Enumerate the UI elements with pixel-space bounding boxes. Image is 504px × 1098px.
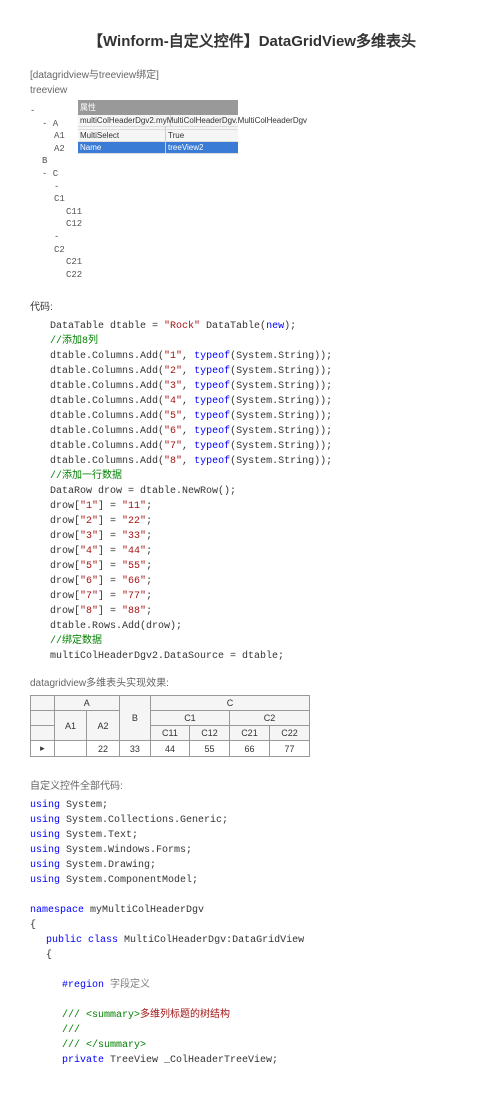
property-grid: 属性 multiColHeaderDgv2.myMultiColHeaderDg… bbox=[78, 100, 238, 286]
code-block-1: DataTable dtable = "Rock" DataTable(new)… bbox=[50, 319, 474, 664]
label-custom: 自定义控件全部代码: bbox=[30, 777, 474, 792]
screenshot-area: - - A A1 A2 B - C - C1 C11 C12 - C2 C21 … bbox=[30, 100, 474, 286]
page-title: 【Winform-自定义控件】DataGridView多维表头 bbox=[30, 30, 474, 51]
subtitle-2: treeview bbox=[30, 85, 474, 96]
treeview-snapshot: - - A A1 A2 B - C - C1 C11 C12 - C2 C21 … bbox=[30, 105, 70, 281]
result-table: ABC A1A2C1C2 C11C12C21C22 ▸1122334455667… bbox=[30, 695, 310, 757]
subtitle-1: [datagridview与treeview绑定] bbox=[30, 66, 474, 81]
label-result: datagridview多维表头实现效果: bbox=[30, 674, 474, 689]
code-block-2: using System;using System.Collections.Ge… bbox=[30, 798, 474, 1068]
label-code: 代码: bbox=[30, 298, 474, 313]
